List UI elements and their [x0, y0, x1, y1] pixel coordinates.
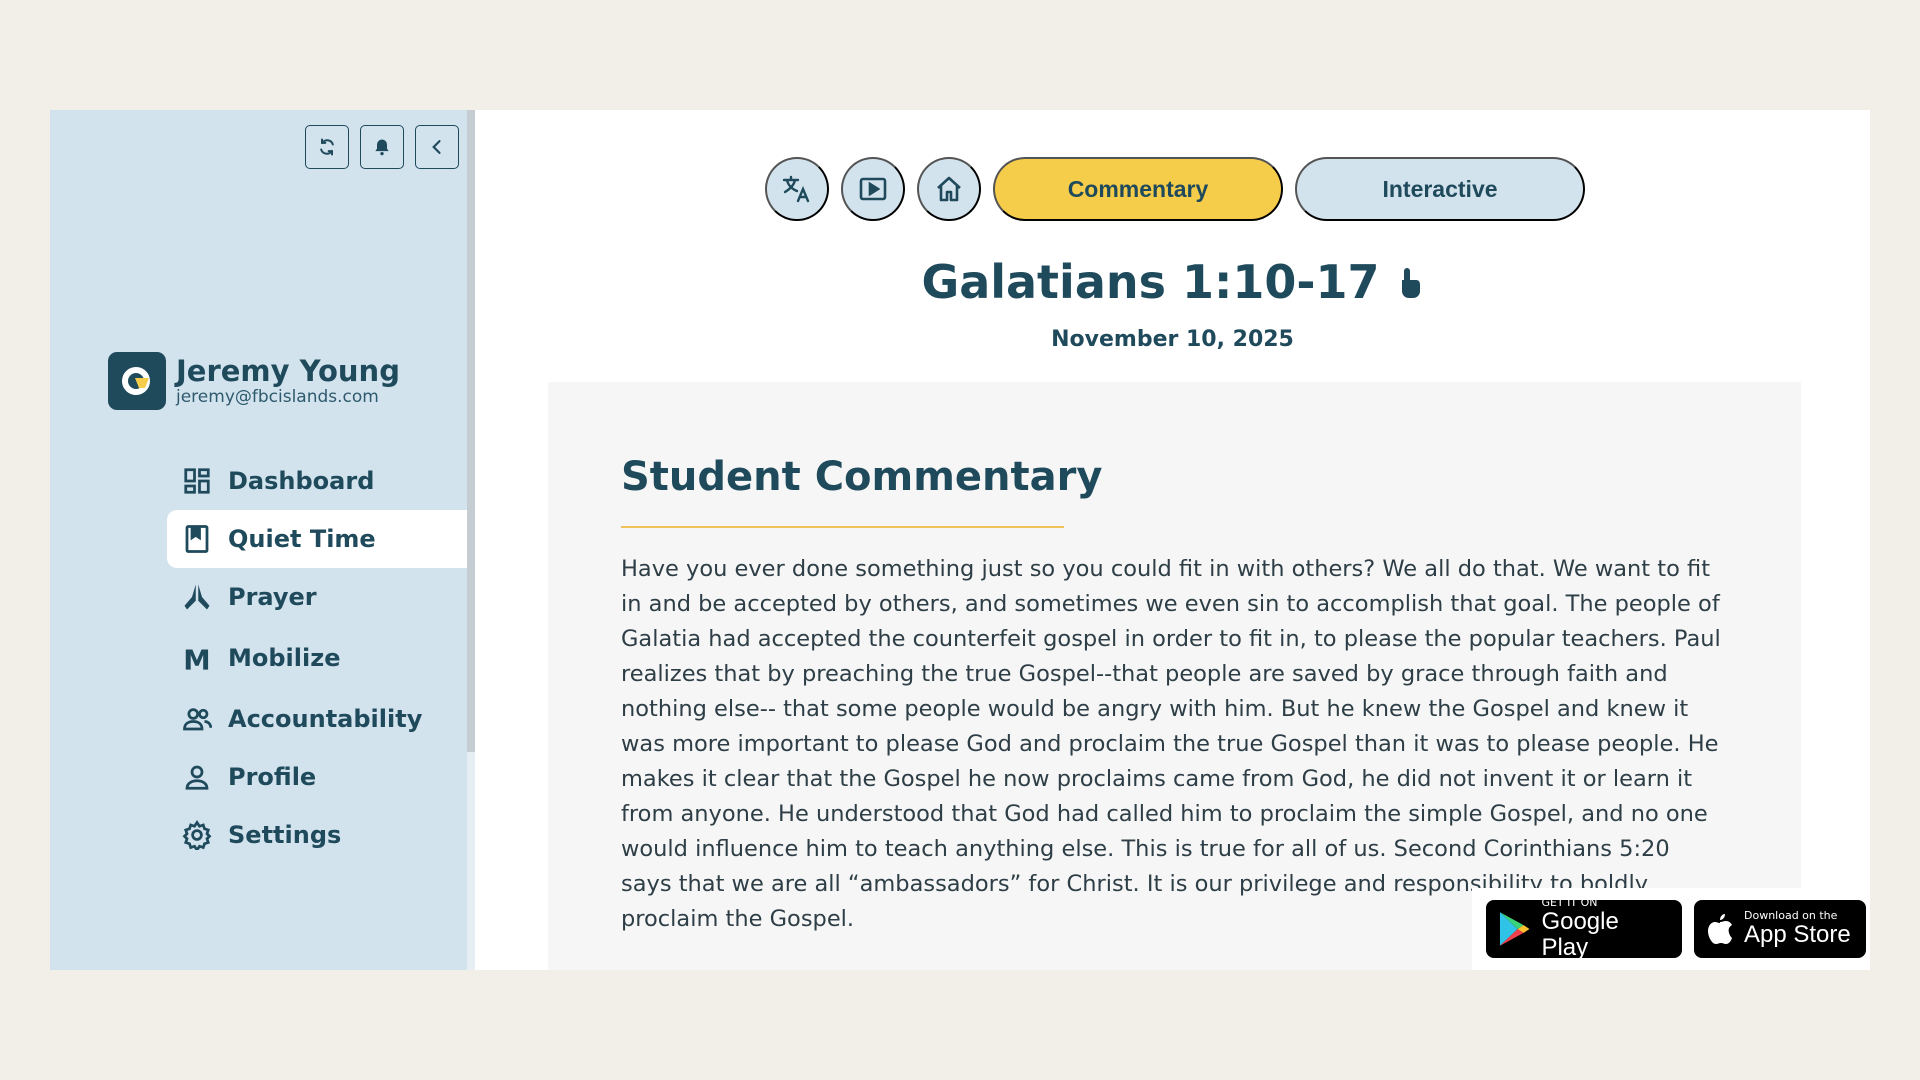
collapse-sidebar-button[interactable] — [415, 125, 459, 169]
sidebar: Jeremy Young jeremy@fbcislands.com Dashb… — [50, 110, 467, 970]
google-play-badge[interactable]: GET IT ON Google Play — [1486, 897, 1682, 961]
gear-icon — [182, 820, 212, 850]
m-letter-icon: M — [183, 644, 210, 673]
user-email: jeremy@fbcislands.com — [176, 387, 379, 407]
logo-icon — [122, 367, 150, 395]
app-store-badge[interactable]: Download on the App Store — [1694, 900, 1866, 958]
refresh-icon — [320, 138, 334, 156]
praying-hands-icon — [184, 584, 210, 610]
google-badge-big-text: Google Play — [1541, 908, 1619, 961]
apple-badge-big-text: App Store — [1744, 921, 1851, 948]
sidebar-item-label: Prayer — [228, 583, 317, 611]
main-content: Commentary Interactive Galatians 1:10-17… — [475, 110, 1870, 970]
person-icon — [185, 765, 209, 790]
sidebar-item-accountability[interactable]: Accountability — [167, 690, 467, 748]
sidebar-item-label: Quiet Time — [228, 525, 376, 553]
google-play-icon — [1499, 912, 1530, 946]
notifications-button[interactable] — [360, 125, 404, 169]
commentary-body: Have you ever done something just so you… — [621, 556, 1721, 932]
app-window: Jeremy Young jeremy@fbcislands.com Dashb… — [50, 110, 1870, 970]
sidebar-item-dashboard[interactable]: Dashboard — [167, 452, 467, 510]
commentary-card: Student Commentary Have you ever done so… — [548, 382, 1801, 970]
sidebar-item-label: Mobilize — [228, 644, 341, 672]
tab-interactive[interactable]: Interactive — [1295, 157, 1585, 221]
scrollbar-thumb[interactable] — [467, 110, 475, 752]
sidebar-item-quiet-time[interactable]: Quiet Time — [167, 510, 467, 568]
commentary-title: Student Commentary — [621, 454, 1103, 500]
sidebar-item-label: Dashboard — [228, 467, 375, 495]
sidebar-item-settings[interactable]: Settings — [167, 806, 467, 864]
tab-commentary[interactable]: Commentary — [993, 157, 1283, 221]
sidebar-controls — [305, 125, 459, 169]
bookmark-book-icon — [185, 525, 209, 553]
video-play-icon — [859, 177, 887, 201]
sidebar-item-mobilize[interactable]: M Mobilize — [167, 626, 467, 690]
bell-icon — [375, 139, 389, 156]
refresh-button[interactable] — [305, 125, 349, 169]
video-button[interactable] — [841, 157, 905, 221]
sidebar-nav: Dashboard Quiet Time Prayer M Mobilize A… — [167, 452, 467, 864]
user-profile: Jeremy Young jeremy@fbcislands.com — [108, 352, 400, 410]
sidebar-item-label: Settings — [228, 821, 342, 849]
apple-icon — [1708, 914, 1732, 944]
passage-reference: Galatians 1:10-17 — [921, 255, 1380, 309]
chevron-left-icon — [432, 140, 441, 154]
sidebar-item-prayer[interactable]: Prayer — [167, 568, 467, 626]
dashboard-icon — [184, 468, 210, 494]
avatar — [108, 352, 166, 410]
sidebar-scrollbar[interactable] — [467, 110, 475, 970]
sidebar-item-label: Accountability — [228, 705, 423, 733]
content-toolbar: Commentary Interactive — [765, 157, 1585, 221]
people-icon — [183, 708, 212, 731]
home-icon — [937, 176, 961, 202]
translate-icon — [782, 175, 810, 203]
sidebar-item-profile[interactable]: Profile — [167, 748, 467, 806]
home-button[interactable] — [917, 157, 981, 221]
store-badges: GET IT ON Google Play Download on the Ap… — [1472, 888, 1870, 970]
passage-date: November 10, 2025 — [1051, 327, 1294, 352]
tap-hand-icon[interactable] — [1394, 264, 1424, 300]
sidebar-item-label: Profile — [228, 763, 317, 791]
svg-text:M: M — [183, 644, 210, 673]
translate-button[interactable] — [765, 157, 829, 221]
user-name: Jeremy Young — [176, 354, 400, 388]
passage-heading: Galatians 1:10-17 — [475, 255, 1870, 309]
title-divider — [621, 526, 1064, 528]
